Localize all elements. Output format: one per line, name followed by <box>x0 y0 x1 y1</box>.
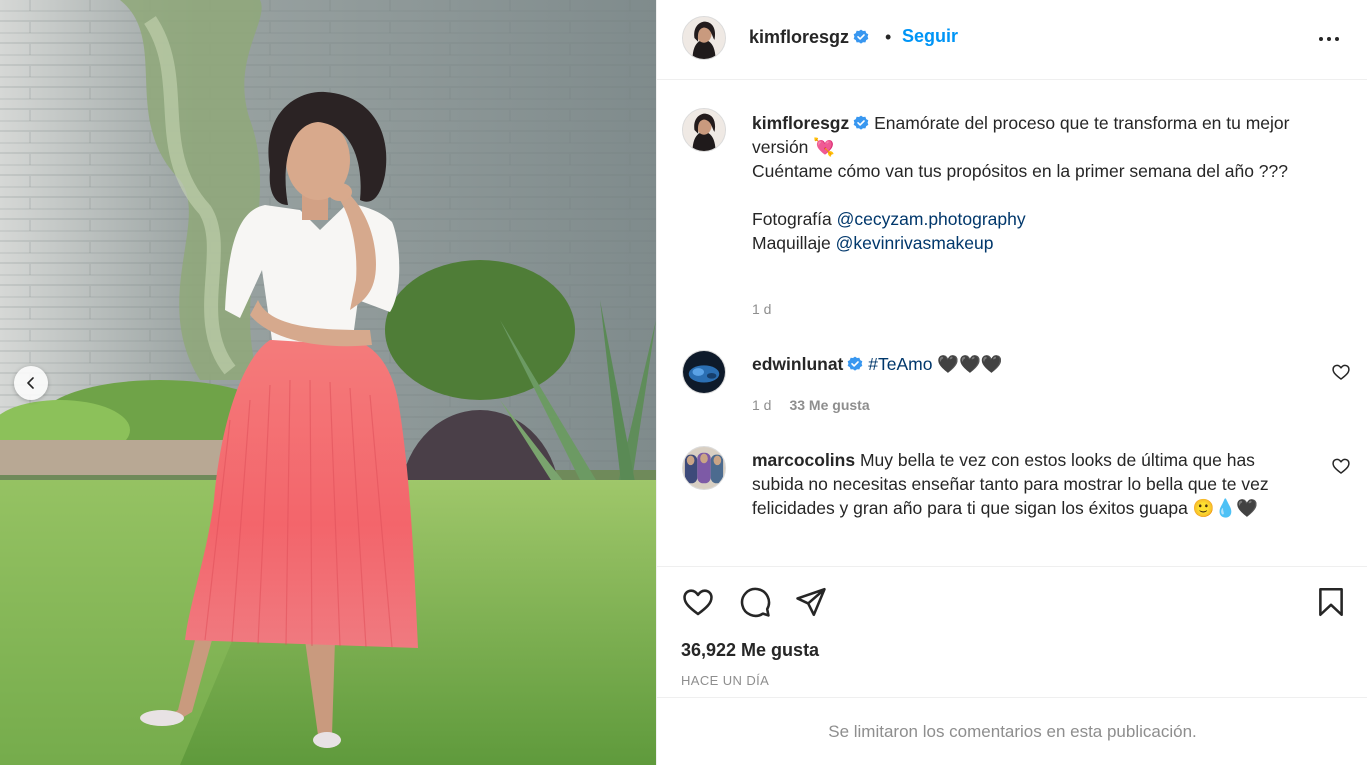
chevron-left-icon <box>27 377 34 389</box>
comments-list[interactable]: kimfloresgz Enamórate del proceso que te… <box>657 80 1367 566</box>
hashtag-link[interactable]: #TeAmo <box>868 354 932 374</box>
photographer-mention-link[interactable]: @cecyzam.photography <box>837 209 1026 229</box>
caption-username[interactable]: kimfloresgz <box>752 113 849 133</box>
comment-like-heart-icon[interactable] <box>1331 362 1351 382</box>
caption-avatar-image <box>683 109 725 151</box>
makeup-credit-label: Maquillaje <box>752 233 831 253</box>
heart-icon[interactable] <box>681 585 715 619</box>
comments-limited-notice: Se limitaron los comentarios en esta pub… <box>657 697 1367 765</box>
carousel-prev-button[interactable] <box>14 366 48 400</box>
author-username-text: kimfloresgz <box>749 27 850 47</box>
caption-line-2: Cuéntame cómo van tus propósitos en la p… <box>752 161 1288 181</box>
photo-credit-label: Fotografía <box>752 209 832 229</box>
caption-text: kimfloresgz Enamórate del proceso que te… <box>752 111 1324 255</box>
author-avatar-image <box>683 17 725 59</box>
post-photo[interactable] <box>0 0 656 765</box>
verified-badge-icon <box>853 29 869 44</box>
comment-text: edwinlunat #TeAmo 🖤🖤🖤 <box>752 352 1328 376</box>
author-username[interactable]: kimfloresgz <box>749 27 869 48</box>
verified-badge-icon <box>853 115 869 130</box>
comment-username[interactable]: marcocolins <box>752 450 855 470</box>
author-avatar[interactable] <box>682 16 726 60</box>
comment-likes[interactable]: 33 Me gusta <box>789 397 869 413</box>
caption-emoji: 💘 <box>813 137 836 157</box>
comment-emoji: 🖤🖤🖤 <box>937 354 1003 374</box>
header-separator: • <box>885 27 892 47</box>
commenter-avatar-image <box>683 447 725 489</box>
caption-avatar[interactable] <box>682 108 726 152</box>
post-viewer: kimfloresgz • Seguir kimfloresgz Enamóra… <box>0 0 1367 765</box>
follow-button[interactable]: Seguir <box>902 26 958 47</box>
comment-meta: 1 d 33 Me gusta <box>752 397 870 413</box>
send-icon[interactable] <box>794 585 828 619</box>
post-timestamp[interactable]: HACE UN DÍA <box>681 673 769 688</box>
bookmark-icon[interactable] <box>1314 585 1348 619</box>
comment-age[interactable]: 1 d <box>752 397 771 413</box>
makeup-artist-mention-link[interactable]: @kevinrivasmakeup <box>836 233 994 253</box>
photo-scene <box>0 0 656 765</box>
commenter-avatar[interactable] <box>682 350 726 394</box>
commenter-avatar[interactable] <box>682 446 726 490</box>
comment-text: marcocolins Muy bella te vez con estos l… <box>752 448 1308 520</box>
commenter-avatar-image <box>683 351 725 393</box>
more-options-icon[interactable] <box>1314 30 1344 48</box>
caption-age[interactable]: 1 d <box>752 301 771 317</box>
likes-count[interactable]: 36,922 Me gusta <box>681 640 819 661</box>
post-header: kimfloresgz • Seguir <box>657 0 1367 80</box>
comment-like-heart-icon[interactable] <box>1331 456 1351 476</box>
post-side-panel: kimfloresgz • Seguir kimfloresgz Enamóra… <box>656 0 1367 765</box>
comment-username[interactable]: edwinlunat <box>752 354 843 374</box>
comment-icon[interactable] <box>738 585 772 619</box>
post-actions: 36,922 Me gusta HACE UN DÍA <box>657 566 1367 697</box>
verified-badge-icon <box>848 356 863 371</box>
